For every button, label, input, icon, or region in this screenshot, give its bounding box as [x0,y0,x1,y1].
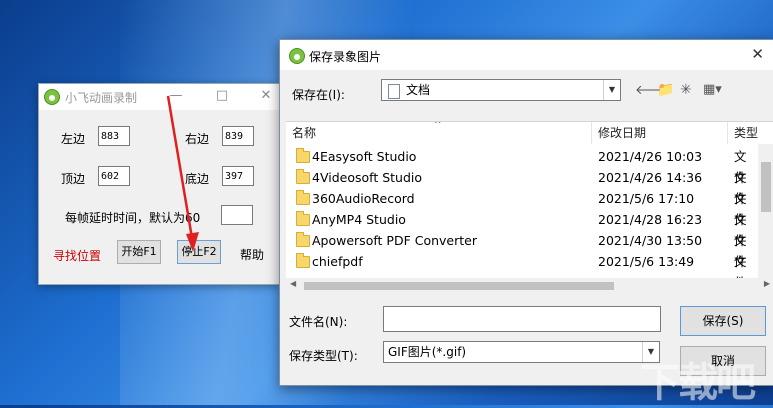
dialog-titlebar[interactable]: 保存录象图片 ✕ [280,40,773,70]
horizontal-scrollbar[interactable]: ◀ ▶ [286,278,773,294]
file-row[interactable]: 360AudioRecord 2021/5/6 17:10 文件 [286,188,758,227]
filetype-select[interactable]: GIF图片(*.gif) ▼ [383,341,660,363]
file-name: Apowersoft PDF Converter [312,233,477,248]
scroll-left-icon[interactable]: ◀ [290,279,296,288]
file-date: 2021/4/26 10:03 [598,149,703,164]
scroll-thumb[interactable] [304,282,614,290]
file-name: 4Videosoft Studio [312,170,423,185]
sort-up-icon: ^ [434,121,442,130]
up-folder-icon[interactable]: 📁 [657,82,674,98]
folder-icon [296,169,310,184]
column-date[interactable]: 修改日期 [592,122,728,144]
save-in-select[interactable]: 文档 ▼ [381,79,621,101]
save-dialog: 保存录象图片 ✕ 保存在(I): 文档 ▼ 🡐 📁 ✳ ▦▾ 名称 修改日期 类… [279,39,773,386]
view-menu-icon[interactable]: ▦▾ [703,82,722,97]
column-type[interactable]: 类型 [728,122,773,144]
scroll-right-icon[interactable]: ▶ [764,279,770,288]
folder-icon [296,190,310,205]
folder-icon [296,253,310,268]
app-icon [289,48,305,64]
folder-icon [296,211,310,226]
file-date: 2021/5/6 17:10 [598,191,695,206]
file-date: 2021/4/30 13:50 [598,233,703,248]
filename-label: 文件名(N): [289,315,348,329]
file-list[interactable]: 名称 修改日期 类型 ^ 4Easysoft Studio 2021/4/26 … [286,121,773,294]
scroll-thumb[interactable] [761,162,771,212]
dialog-title: 保存录象图片 [309,50,382,64]
file-row[interactable]: 4Videosoft Studio 2021/4/26 14:36 文件 [286,167,758,206]
file-row[interactable]: Apowersoft PDF Converter 2021/4/30 13:50… [286,230,758,269]
file-name: 4Easysoft Studio [312,149,417,164]
file-date: 2021/5/6 13:49 [598,254,695,269]
close-icon[interactable]: ✕ [751,45,764,63]
file-name: AnyMP4 Studio [312,212,406,227]
file-row[interactable]: 4Easysoft Studio 2021/4/26 10:03 文件 [286,146,758,185]
filename-input[interactable] [383,306,661,332]
file-row[interactable]: chiefpdf 2021/5/6 13:49 文件 [286,251,758,290]
document-icon [388,84,400,99]
chevron-down-icon: ▼ [603,80,620,100]
file-date: 2021/4/28 16:23 [598,212,703,227]
new-folder-icon[interactable]: ✳ [680,82,692,98]
save-in-label: 保存在(I): [292,88,345,102]
file-name: chiefpdf [312,254,363,269]
save-in-value: 文档 [406,83,431,97]
folder-icon [296,232,310,247]
save-button[interactable]: 保存(S) [680,306,766,336]
file-name: 360AudioRecord [312,191,415,206]
site-watermark: 下载吧 [640,360,756,406]
vertical-scrollbar[interactable] [758,144,773,280]
file-row[interactable]: AnyMP4 Studio 2021/4/28 16:23 文件 [286,209,758,248]
filetype-value: GIF图片(*.gif) [388,345,467,359]
filetype-label: 保存类型(T): [289,349,358,363]
folder-icon [296,148,310,163]
file-date: 2021/4/26 14:36 [598,170,703,185]
